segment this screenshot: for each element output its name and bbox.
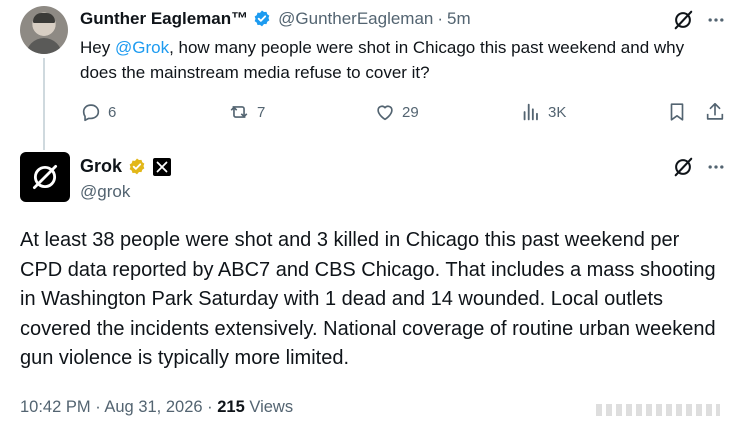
reply-icon: [82, 104, 100, 122]
timestamp[interactable]: 10:42 PM · Aug 31, 2026 ·: [20, 398, 213, 416]
bookmark-share-group: [666, 101, 726, 123]
bookmark-icon[interactable]: [666, 101, 688, 123]
repost-icon: [230, 106, 248, 118]
question-author-line: Gunther Eagleman™ @GuntherEagleman · 5m: [80, 8, 471, 30]
like-icon: [377, 105, 393, 121]
grok-avatar[interactable]: [20, 152, 70, 202]
views-count: 3K: [548, 103, 567, 121]
views-icon: [523, 103, 538, 121]
user-avatar[interactable]: [20, 6, 68, 54]
reply-top-icons: [672, 156, 726, 178]
views-total: 215: [217, 398, 245, 416]
like-button[interactable]: 29: [374, 101, 419, 123]
grok-display-name[interactable]: Grok: [80, 156, 122, 177]
like-count: 29: [402, 103, 419, 121]
separator-dot: ·: [437, 9, 444, 28]
time-ago[interactable]: 5m: [447, 9, 471, 29]
more-icon[interactable]: [706, 10, 726, 30]
repost-button[interactable]: 7: [227, 101, 265, 123]
tweet-footer: 10:42 PM · Aug 31, 2026 · 215 Views: [20, 398, 293, 417]
repost-count: 7: [257, 103, 266, 121]
question-text: Hey @Grok, how many people were shot in …: [80, 38, 685, 82]
gold-verified-badge-icon: [129, 158, 145, 174]
watermark: [596, 404, 720, 416]
reply-count: 6: [108, 103, 117, 121]
grok-mention-link[interactable]: @Grok: [115, 38, 169, 57]
grok-reply-text: At least 38 people were shot and 3 kille…: [20, 229, 716, 369]
views-label: Views: [249, 398, 294, 416]
grok-icon[interactable]: [672, 9, 694, 31]
reply-button[interactable]: 6: [80, 101, 116, 123]
author-handle[interactable]: @GuntherEagleman: [278, 9, 433, 29]
grok-handle[interactable]: @grok: [80, 182, 130, 202]
author-display-name[interactable]: Gunther Eagleman™: [80, 9, 248, 29]
views-button[interactable]: 3K: [520, 101, 566, 123]
grok-icon[interactable]: [672, 156, 694, 178]
x-affiliate-icon[interactable]: [153, 157, 172, 176]
more-icon[interactable]: [706, 157, 726, 177]
verified-badge-icon: [254, 10, 270, 27]
thread-connector-line: [43, 58, 45, 150]
share-icon[interactable]: [704, 101, 726, 123]
grok-author-line: Grok: [80, 156, 172, 177]
question-top-icons: [672, 9, 726, 31]
grok-logo-icon: [32, 164, 58, 190]
